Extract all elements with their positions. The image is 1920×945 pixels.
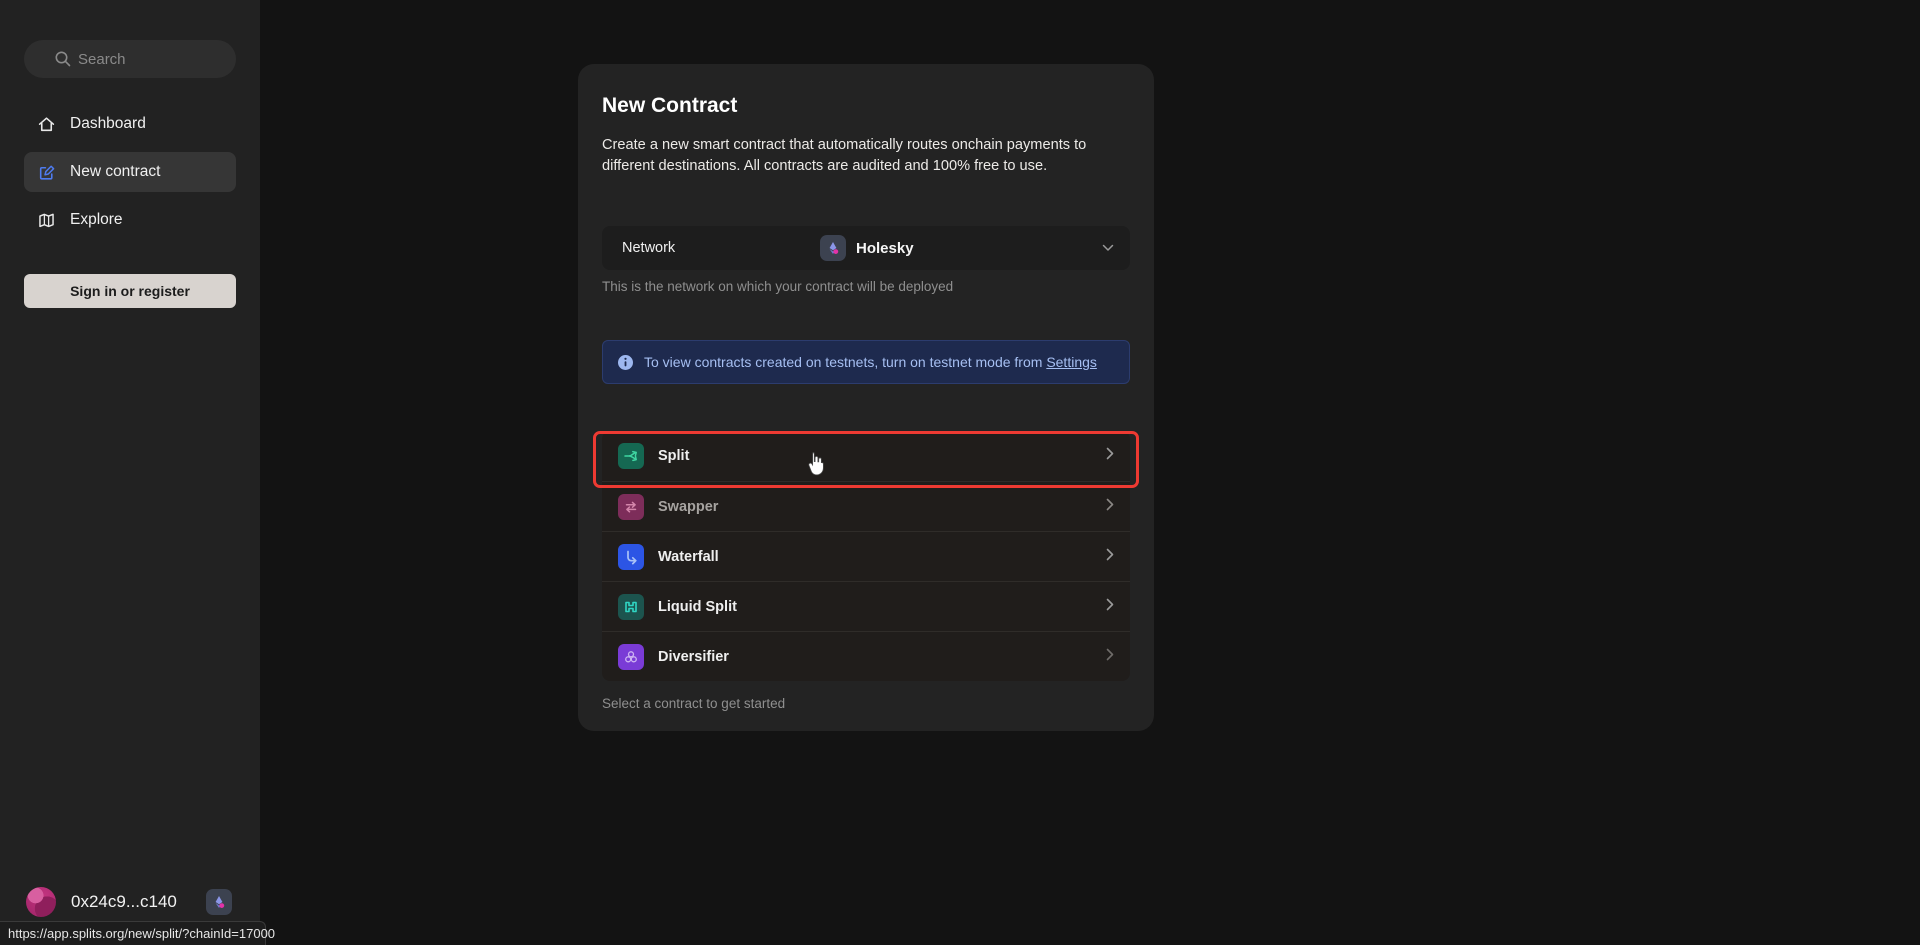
network-badge-icon[interactable] bbox=[206, 889, 232, 915]
contract-name: Waterfall bbox=[658, 549, 719, 565]
sidebar-item-explore[interactable]: Explore bbox=[24, 200, 236, 240]
chevron-right-icon bbox=[1106, 598, 1114, 616]
wallet-address: 0x24c9...c140 bbox=[71, 892, 177, 912]
contract-row-liquid-split[interactable]: Liquid Split bbox=[602, 581, 1130, 631]
browser-status-bar: https://app.splits.org/new/split/?chainI… bbox=[0, 921, 266, 945]
sign-in-button[interactable]: Sign in or register bbox=[24, 274, 236, 308]
network-select[interactable]: Network Holesky bbox=[602, 226, 1130, 270]
contract-name: Liquid Split bbox=[658, 599, 737, 615]
avatar bbox=[26, 887, 56, 917]
contract-type-list: Split Swapper Waterfall Liquid Split bbox=[602, 431, 1130, 681]
liquid-split-icon bbox=[618, 594, 644, 620]
search-input[interactable] bbox=[78, 51, 208, 68]
sidebar: Dashboard New contract Explore Sign in o… bbox=[0, 0, 260, 945]
chevron-right-icon bbox=[1106, 648, 1114, 666]
new-contract-card: New Contract Create a new smart contract… bbox=[578, 64, 1154, 731]
contract-name: Split bbox=[658, 448, 689, 464]
chevron-down-icon bbox=[1102, 239, 1114, 257]
page-title: New Contract bbox=[602, 94, 1130, 118]
page-description: Create a new smart contract that automat… bbox=[602, 135, 1130, 177]
map-icon bbox=[36, 210, 56, 230]
swapper-icon bbox=[618, 494, 644, 520]
network-helper-text: This is the network on which your contra… bbox=[602, 279, 1130, 294]
diversifier-icon bbox=[618, 644, 644, 670]
sidebar-item-label: New contract bbox=[70, 163, 160, 181]
chevron-right-icon bbox=[1106, 548, 1114, 566]
contract-row-split[interactable]: Split bbox=[602, 431, 1130, 481]
chevron-right-icon bbox=[1106, 447, 1114, 465]
sidebar-item-dashboard[interactable]: Dashboard bbox=[24, 104, 236, 144]
sidebar-item-new-contract[interactable]: New contract bbox=[24, 152, 236, 192]
wallet-row[interactable]: 0x24c9...c140 bbox=[26, 884, 236, 920]
waterfall-icon bbox=[618, 544, 644, 570]
info-icon bbox=[617, 354, 634, 371]
holesky-chain-icon bbox=[820, 235, 846, 261]
contract-row-waterfall[interactable]: Waterfall bbox=[602, 531, 1130, 581]
sidebar-nav: Dashboard New contract Explore bbox=[24, 104, 236, 248]
card-footer-hint: Select a contract to get started bbox=[602, 696, 1130, 711]
contract-row-diversifier[interactable]: Diversifier bbox=[602, 631, 1130, 681]
sidebar-item-label: Dashboard bbox=[70, 115, 146, 133]
testnet-info-banner: To view contracts created on testnets, t… bbox=[602, 340, 1130, 384]
search-bar[interactable] bbox=[24, 40, 236, 78]
status-url: https://app.splits.org/new/split/?chainI… bbox=[8, 926, 275, 941]
sidebar-item-label: Explore bbox=[70, 211, 123, 229]
contract-name: Diversifier bbox=[658, 649, 729, 665]
chevron-right-icon bbox=[1106, 498, 1114, 516]
network-label: Network bbox=[602, 240, 675, 256]
compose-icon bbox=[36, 162, 56, 182]
network-value-label: Holesky bbox=[856, 240, 914, 257]
contract-name: Swapper bbox=[658, 499, 718, 515]
split-icon bbox=[618, 443, 644, 469]
network-value: Holesky bbox=[820, 235, 914, 261]
contract-row-swapper[interactable]: Swapper bbox=[602, 481, 1130, 531]
settings-link[interactable]: Settings bbox=[1046, 354, 1097, 370]
home-icon bbox=[36, 114, 56, 134]
banner-text: To view contracts created on testnets, t… bbox=[644, 354, 1097, 370]
search-icon bbox=[54, 50, 72, 68]
